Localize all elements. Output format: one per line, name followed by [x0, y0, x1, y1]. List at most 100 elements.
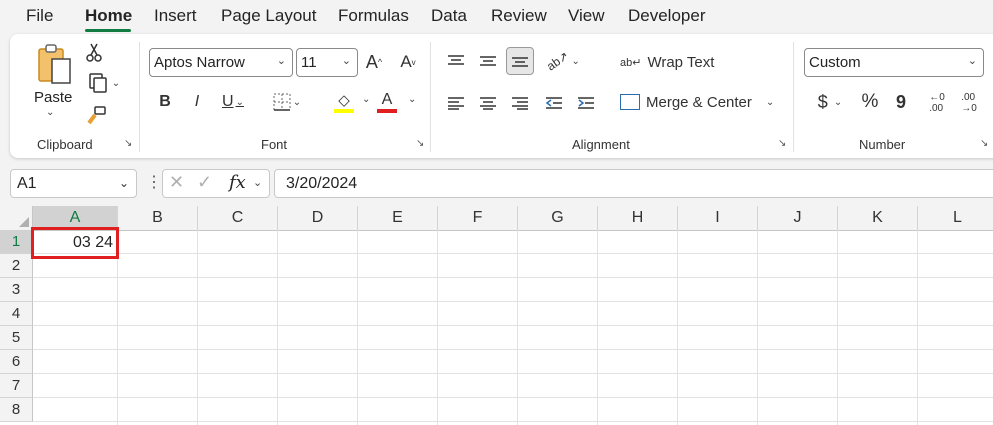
chevron-down-icon[interactable]: ⌄ — [408, 94, 416, 105]
align-top-icon[interactable] — [444, 50, 468, 72]
row-header-5[interactable]: 5 — [0, 326, 33, 350]
font-color-icon[interactable]: A — [374, 88, 400, 116]
number-format-dropdown[interactable]: Custom ⌄ — [804, 48, 984, 77]
align-middle-icon[interactable] — [476, 50, 500, 72]
font-size-value: 11 — [301, 54, 317, 71]
paste-icon[interactable] — [34, 42, 74, 86]
menu-developer[interactable]: Developer — [628, 6, 706, 26]
group-divider — [139, 42, 140, 152]
number-format-value: Custom — [809, 54, 861, 71]
wrap-text-button[interactable]: ab↵ Wrap Text — [620, 50, 728, 74]
column-header-g[interactable]: G — [518, 206, 598, 230]
more-options-icon[interactable]: ⋮ — [146, 172, 162, 192]
orientation-icon[interactable]: ab↗ ⌄ — [542, 49, 584, 74]
font-name-dropdown[interactable]: Aptos Narrow ⌄ — [149, 48, 293, 77]
row-header-2[interactable]: 2 — [0, 254, 33, 278]
chevron-down-icon[interactable]: ⌄ — [253, 176, 262, 189]
chevron-down-icon: ⌄ — [118, 176, 129, 190]
column-header-e[interactable]: E — [358, 206, 438, 230]
row-header-6[interactable]: 6 — [0, 350, 33, 374]
font-name-value: Aptos Narrow — [154, 54, 245, 71]
column-header-b[interactable]: B — [118, 206, 198, 230]
row-header-3[interactable]: 3 — [0, 278, 33, 302]
borders-icon[interactable]: ⌄ — [268, 90, 306, 114]
name-box[interactable]: A1 ⌄ — [10, 169, 137, 198]
column-header-f[interactable]: F — [438, 206, 518, 230]
menu-home[interactable]: Home — [85, 6, 132, 26]
align-left-icon[interactable] — [444, 92, 468, 114]
italic-icon[interactable]: I — [186, 90, 208, 114]
row-header-8[interactable]: 8 — [0, 398, 33, 422]
formula-value: 3/20/2024 — [286, 175, 358, 192]
column-header-d[interactable]: D — [278, 206, 358, 230]
decrease-indent-icon[interactable] — [542, 92, 566, 114]
menu-review[interactable]: Review — [491, 6, 547, 26]
cut-icon[interactable] — [84, 42, 104, 64]
insert-function-icon[interactable]: fx — [229, 172, 246, 193]
menu-file[interactable]: File — [26, 6, 53, 26]
decrease-font-size-icon[interactable]: Av — [396, 50, 420, 74]
select-all-button[interactable] — [0, 206, 33, 230]
gridline — [357, 230, 358, 425]
gridline — [33, 301, 993, 302]
percent-icon[interactable]: % — [858, 90, 882, 114]
increase-indent-icon[interactable] — [574, 92, 598, 114]
comma-style-icon[interactable]: 9 — [892, 90, 910, 114]
formula-bar: A1 ⌄ ⋮ ✕ ✓ fx ⌄ 3/20/2024 — [0, 166, 993, 202]
increase-decimal-icon[interactable]: ←0.00 — [924, 90, 950, 116]
paste-label[interactable]: Paste — [34, 89, 72, 106]
gridline — [197, 230, 198, 425]
chevron-down-icon[interactable]: ⌄ — [362, 94, 370, 105]
chevron-down-icon: ⌄ — [765, 96, 775, 108]
menu-bar: File Home Insert Page Layout Formulas Da… — [0, 0, 993, 34]
gridline — [437, 230, 438, 425]
align-center-icon[interactable] — [476, 92, 500, 114]
format-painter-icon[interactable] — [84, 104, 108, 126]
enter-icon[interactable]: ✓ — [197, 172, 212, 193]
row-header-4[interactable]: 4 — [0, 302, 33, 326]
menu-formulas[interactable]: Formulas — [338, 6, 409, 26]
menu-data[interactable]: Data — [431, 6, 467, 26]
bold-icon[interactable]: B — [154, 90, 176, 114]
alignment-group-label: Alignment — [572, 137, 630, 152]
chevron-down-icon: ⌄ — [341, 55, 351, 67]
column-header-i[interactable]: I — [678, 206, 758, 230]
font-group-label: Font — [261, 137, 288, 152]
name-box-value: A1 — [17, 175, 37, 192]
currency-format-button[interactable]: $ ⌄ — [810, 90, 850, 114]
row-header-1[interactable]: 1 — [0, 230, 33, 254]
align-right-icon[interactable] — [508, 92, 532, 114]
gridline — [33, 277, 993, 278]
selected-cell-highlight — [31, 227, 119, 259]
row-header-7[interactable]: 7 — [0, 374, 33, 398]
copy-icon[interactable]: ⌄ — [82, 72, 126, 94]
number-launcher-icon[interactable]: ↘ — [980, 139, 990, 149]
menu-insert[interactable]: Insert — [154, 6, 197, 26]
column-header-l[interactable]: L — [918, 206, 993, 230]
merge-center-button[interactable]: Merge & Center ⌄ — [620, 90, 780, 114]
formula-input[interactable]: 3/20/2024 — [274, 169, 993, 198]
gridline — [33, 397, 993, 398]
gridline — [33, 349, 993, 350]
decrease-decimal-icon[interactable]: .00 →0 — [956, 90, 982, 116]
menu-view[interactable]: View — [568, 6, 605, 26]
clipboard-launcher-icon[interactable]: ↘ — [124, 139, 134, 149]
font-launcher-icon[interactable]: ↘ — [416, 139, 426, 149]
merge-center-icon — [620, 94, 640, 110]
fill-color-icon[interactable]: ◇ — [324, 88, 364, 116]
alignment-launcher-icon[interactable]: ↘ — [778, 139, 788, 149]
font-size-dropdown[interactable]: 11 ⌄ — [296, 48, 358, 77]
menu-page-layout[interactable]: Page Layout — [221, 6, 316, 26]
align-bottom-icon[interactable] — [506, 47, 534, 75]
column-header-h[interactable]: H — [598, 206, 678, 230]
merge-center-label: Merge & Center — [646, 93, 752, 111]
cancel-icon[interactable]: ✕ — [169, 172, 184, 193]
column-header-c[interactable]: C — [198, 206, 278, 230]
underline-icon[interactable]: U ⌄ — [216, 90, 250, 114]
increase-font-size-icon[interactable]: A ^ — [362, 50, 386, 74]
column-header-j[interactable]: J — [758, 206, 838, 230]
paste-chevron-icon[interactable]: ⌄ — [46, 107, 54, 118]
active-tab-indicator — [85, 29, 131, 32]
font-color-swatch — [377, 109, 397, 113]
column-header-k[interactable]: K — [838, 206, 918, 230]
